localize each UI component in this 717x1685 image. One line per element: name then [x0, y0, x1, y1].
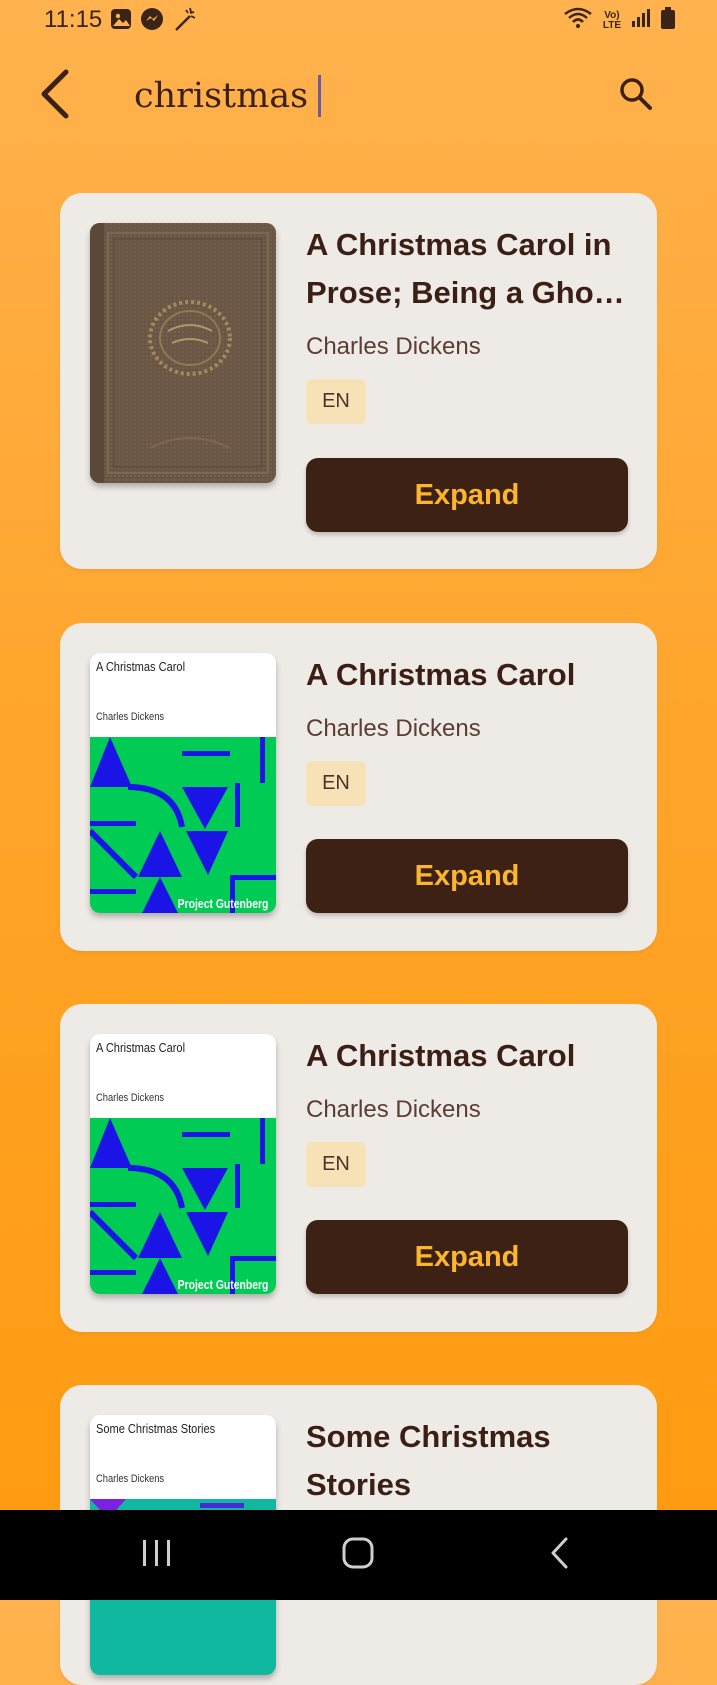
book-cover	[90, 223, 276, 483]
wifi-icon	[563, 6, 593, 35]
back-icon	[548, 1536, 572, 1575]
magic-wand-icon	[172, 6, 198, 37]
cover-publisher: Project Gutenberg	[177, 896, 268, 911]
language-badge: EN	[306, 379, 366, 424]
expand-button[interactable]: Expand	[306, 1220, 628, 1294]
recent-apps-icon	[140, 1538, 174, 1573]
volte-icon: Vo) LTE	[602, 9, 621, 31]
book-author: Charles Dickens	[306, 333, 481, 360]
book-author: Charles Dickens	[306, 1096, 481, 1123]
status-bar: 11:15 Vo) LTE	[0, 0, 717, 44]
cover-publisher: Project Gutenberg	[177, 1277, 268, 1292]
book-result-card[interactable]: A Christmas Carol in Prose; Being a Gho……	[60, 193, 657, 569]
book-title: A Christmas Carol	[306, 1038, 576, 1073]
signal-icon	[631, 8, 651, 33]
cover-title: Some Christmas Stories	[96, 1421, 216, 1436]
status-time: 11:15	[44, 6, 103, 33]
cover-title: A Christmas Carol	[96, 1040, 186, 1055]
home-button[interactable]	[328, 1532, 388, 1578]
language-badge: EN	[306, 1142, 366, 1187]
back-button[interactable]	[30, 68, 80, 124]
book-title: Some Christmas Stories	[306, 1419, 551, 1502]
status-system-icons: Vo) LTE	[563, 6, 675, 35]
cover-author: Charles Dickens	[96, 1473, 165, 1485]
cover-pattern-art	[90, 1118, 276, 1294]
status-notification-icons	[110, 6, 198, 37]
book-result-card[interactable]: A Christmas Carol Charles Dickens Projec…	[60, 623, 657, 951]
book-cover: A Christmas Carol Charles Dickens Projec…	[90, 1034, 276, 1294]
home-icon	[341, 1536, 375, 1575]
system-navigation-bar	[0, 1510, 717, 1600]
book-cover: A Christmas Carol Charles Dickens Projec…	[90, 653, 276, 913]
search-icon	[618, 76, 654, 117]
book-result-card[interactable]: A Christmas Carol Charles Dickens Projec…	[60, 1004, 657, 1332]
expand-button[interactable]: Expand	[306, 839, 628, 913]
gallery-icon	[110, 8, 132, 35]
book-title: A Christmas Carol in Prose; Being a Gho…	[306, 227, 625, 310]
cover-author: Charles Dickens	[96, 1092, 165, 1104]
search-toolbar: christmas	[0, 56, 717, 136]
search-button[interactable]	[612, 72, 660, 120]
cover-pattern-art	[90, 737, 276, 913]
battery-icon	[661, 7, 675, 34]
text-cursor	[318, 75, 322, 117]
messenger-icon	[140, 7, 164, 36]
search-input[interactable]: christmas	[134, 68, 322, 124]
language-badge: EN	[306, 761, 366, 806]
antique-book-cover-image	[90, 223, 276, 483]
expand-button[interactable]: Expand	[306, 458, 628, 532]
book-author: Charles Dickens	[306, 715, 481, 742]
system-back-button[interactable]	[530, 1532, 590, 1578]
recent-apps-button[interactable]	[127, 1532, 187, 1578]
book-title: A Christmas Carol	[306, 657, 576, 692]
search-query: christmas	[134, 76, 309, 116]
cover-title: A Christmas Carol	[96, 659, 186, 674]
cover-author: Charles Dickens	[96, 711, 165, 723]
arrow-back-icon	[38, 69, 72, 124]
